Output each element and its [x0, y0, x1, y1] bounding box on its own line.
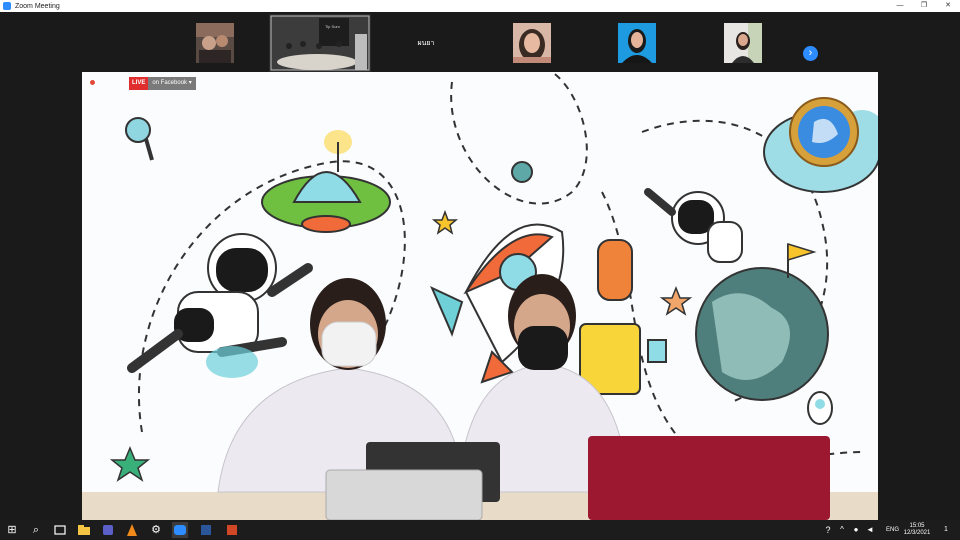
minimize-button[interactable]: — [888, 0, 912, 12]
space-illustration-background [82, 72, 878, 520]
vlc-icon[interactable] [124, 522, 140, 538]
svg-text:Tip Sunr: Tip Sunr [325, 24, 341, 29]
zoom-taskbar-icon[interactable] [172, 522, 188, 538]
participant-video-4 [513, 23, 551, 63]
participant-name: ผนยา [417, 40, 435, 47]
participant-video-6 [724, 23, 762, 63]
participant-video-5 [618, 23, 656, 63]
system-clock[interactable]: 15:05 12/3/2021 [900, 523, 934, 537]
star-icon-2 [659, 285, 693, 316]
window-title: Zoom Meeting [15, 2, 60, 10]
participant-video-2: Tip Sunr [269, 14, 371, 72]
small-planet-icon [511, 161, 533, 183]
task-view-icon[interactable] [52, 522, 68, 538]
speaker-icon[interactable]: ◄ [862, 522, 878, 538]
clock-date: 12/3/2021 [903, 530, 931, 536]
participant-gallery: Tip Sunr ผนยา › [0, 12, 960, 72]
participant-tile-4[interactable] [479, 14, 585, 72]
language-indicator[interactable]: ENG [886, 520, 899, 540]
participant-tile-6[interactable] [691, 14, 797, 72]
word-icon[interactable] [198, 522, 214, 538]
notification-center-icon[interactable]: 1 [938, 522, 954, 538]
active-speaker-video: LIVE on Facebook ▾ [82, 72, 878, 520]
satellite-icon [579, 323, 667, 395]
clock-time: 15:05 [909, 523, 925, 529]
participant-tile-2[interactable]: Tip Sunr [267, 14, 373, 72]
small-rocket-icon [807, 391, 833, 425]
live-label: LIVE [129, 77, 149, 90]
live-stream-badge[interactable]: LIVE on Facebook ▾ [129, 77, 196, 90]
notification-count: 1 [944, 526, 948, 533]
university-seal-logo [789, 97, 859, 167]
canister-icon [597, 239, 633, 301]
maximize-button[interactable]: ❐ [912, 0, 936, 12]
recording-indicator-icon [89, 79, 96, 86]
zoom-app-icon [3, 2, 11, 10]
astronaut-right-icon [644, 188, 743, 263]
participant-video-1 [196, 23, 234, 63]
start-button[interactable]: ⊞ [4, 522, 20, 538]
magnifier-icon [125, 117, 154, 161]
search-icon[interactable]: ⌕ [28, 522, 44, 538]
ufo-icon [261, 130, 391, 233]
settings-gear-icon[interactable]: ⚙ [148, 522, 164, 538]
chevron-down-icon: ▾ [188, 80, 192, 86]
powerpoint-icon[interactable] [224, 522, 240, 538]
title-bar: Zoom Meeting — ❐ ✕ [0, 0, 960, 12]
live-target-label: on Facebook ▾ [148, 77, 196, 90]
participant-tile-5[interactable] [585, 14, 691, 72]
participant-tile-1[interactable] [163, 14, 267, 72]
star-icon [431, 209, 459, 235]
earth-icon [695, 242, 829, 401]
teams-icon[interactable] [100, 522, 116, 538]
laptop-device [588, 436, 830, 520]
close-button[interactable]: ✕ [936, 0, 960, 12]
file-explorer-icon[interactable] [76, 522, 92, 538]
participant-tile-3[interactable]: ผนยา [373, 14, 479, 72]
green-star-icon [109, 446, 151, 482]
next-page-button[interactable]: › [803, 46, 818, 61]
windows-taskbar: ⊞ ⌕ ⚙ ? ^ ● ◄ ENG 15:05 12/3/2021 1 [0, 520, 960, 540]
astronaut-left-icon [127, 233, 313, 378]
